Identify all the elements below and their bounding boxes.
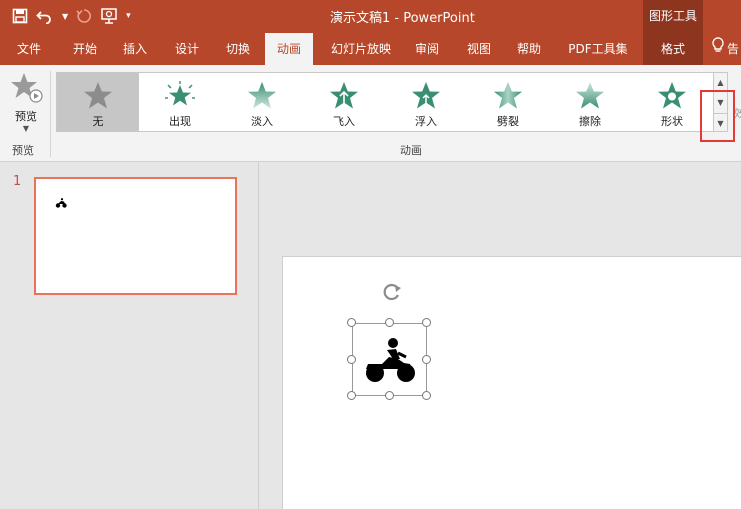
preview-label: 预览 [15,110,37,123]
group-separator [50,71,51,157]
tab-file[interactable]: 文件 [10,33,48,65]
animation-label: 无 [92,115,104,128]
save-icon[interactable] [12,5,28,27]
slides-pane: 1 [0,162,259,509]
tab-help[interactable]: 帮助 [509,33,549,65]
resize-handle-nw[interactable] [347,318,356,327]
resize-handle-n[interactable] [385,318,394,327]
none-star-icon [84,82,112,109]
animation-label: 淡入 [251,115,273,128]
tab-design[interactable]: 设计 [168,33,206,65]
resize-handle-se[interactable] [422,391,431,400]
animation-split[interactable]: 劈裂 [467,73,549,131]
tab-home[interactable]: 开始 [66,33,104,65]
undo-dropdown-icon[interactable]: ▼ [62,5,68,27]
tab-review[interactable]: 审阅 [407,33,447,65]
lightbulb-icon [712,33,724,65]
animation-group-label: 动画 [400,144,422,157]
present-from-start-icon[interactable] [100,5,118,27]
selected-shape-frame[interactable] [352,323,427,396]
tab-insert[interactable]: 插入 [116,33,154,65]
document-title: 演示文稿1 - PowerPoint [330,11,475,26]
fly-in-star-icon [330,82,358,109]
tell-me-box[interactable]: 告 [712,33,741,65]
animation-wipe[interactable]: 擦除 [549,73,631,131]
appear-star-icon [165,81,195,106]
slide-editor [260,162,741,509]
ribbon-animations: 预览 ▼ 预览 无 出现 淡入 飞入 浮入 劈裂 擦除 形状 ▲ ▼ ▼ 效 动… [0,65,741,162]
preview-star-icon [11,73,43,103]
resize-handle-sw[interactable] [347,391,356,400]
animation-appear[interactable]: 出现 [139,73,221,131]
resize-handle-e[interactable] [422,355,431,364]
slide-number: 1 [13,174,22,189]
title-bar: ▼ ▾ 演示文稿1 - PowerPoint 图形工具 [0,0,741,33]
redo-icon[interactable] [76,5,92,27]
undo-icon[interactable] [36,5,54,27]
wipe-star-icon [576,82,604,109]
animation-label: 擦除 [579,115,601,128]
preview-button[interactable]: 预览 ▼ [6,71,46,141]
drawing-tools-context-label: 图形工具 [643,0,703,33]
rotate-handle-icon[interactable] [380,280,404,304]
animation-label: 飞入 [333,115,355,128]
resize-handle-ne[interactable] [422,318,431,327]
slide-canvas[interactable] [282,256,741,509]
gallery-more-highlight [700,90,735,142]
tab-transitions[interactable]: 切换 [219,33,257,65]
split-star-icon [494,82,522,109]
effect-options-partial[interactable]: 效 [734,105,741,121]
slide-thumbnail[interactable] [34,177,237,295]
tab-slide-show[interactable]: 幻灯片放映 [320,33,402,65]
animation-label: 劈裂 [497,115,519,128]
tab-format[interactable]: 格式 [643,33,703,65]
tab-view[interactable]: 视图 [459,33,499,65]
animation-none[interactable]: 无 [57,73,139,131]
ribbon-tabs: 文件 开始 插入 设计 切换 动画 幻灯片放映 审阅 视图 帮助 PDF工具集 … [0,33,741,65]
resize-handle-w[interactable] [347,355,356,364]
tab-animations[interactable]: 动画 [265,33,313,65]
tab-pdf-tools[interactable]: PDF工具集 [562,33,634,65]
motorcycle-thumb-icon [55,198,67,208]
float-in-star-icon [412,82,440,109]
animation-float-in[interactable]: 浮入 [385,73,467,131]
tell-me-label: 告 [727,42,740,56]
preview-group-label: 预览 [12,144,34,157]
quick-access-toolbar: ▼ ▾ [12,5,131,27]
preview-dropdown-icon: ▼ [22,124,30,133]
animation-label: 出现 [169,115,191,128]
animation-fly-in[interactable]: 飞入 [303,73,385,131]
animation-label: 浮入 [415,115,437,128]
fade-star-icon [248,82,276,109]
motorcycle-icon [366,338,415,382]
resize-handle-s[interactable] [385,391,394,400]
animation-gallery: 无 出现 淡入 飞入 浮入 劈裂 擦除 形状 [56,72,714,132]
customize-qat-icon[interactable]: ▾ [126,5,131,27]
shape-star-icon [658,82,686,109]
animation-fade[interactable]: 淡入 [221,73,303,131]
